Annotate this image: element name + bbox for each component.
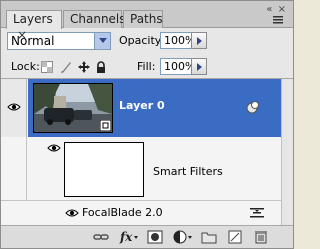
layer-thumbnail[interactable] [33, 83, 113, 133]
visibility-toggle[interactable] [1, 79, 27, 137]
lock-all-icon[interactable] [95, 61, 107, 73]
tab-layers[interactable]: Layers× [6, 10, 62, 42]
tab-strip: « × Layers× Channels Paths [1, 1, 293, 42]
smart-filters-label[interactable]: Smart Filters [153, 165, 223, 178]
layers-toolbar: fx [1, 225, 293, 248]
layer-row-focalblade[interactable]: FocalBlade 2.0 [1, 201, 281, 225]
lock-position-icon[interactable] [78, 61, 90, 73]
fill-label: Fill: [137, 60, 156, 73]
fill-slider-button[interactable] [191, 58, 207, 75]
panel-menu-icon[interactable] [273, 15, 283, 25]
blend-row: Normal Opacity: 100% [1, 28, 293, 54]
mask-icon[interactable] [147, 230, 163, 244]
filter-effects-toggle-icon[interactable] [246, 100, 260, 114]
link-icon[interactable] [93, 230, 109, 244]
svg-text:fx: fx [119, 230, 133, 244]
chevron-down-icon[interactable] [94, 33, 110, 49]
layers-panel: « × Layers× Channels Paths Normal Opacit… [0, 0, 294, 249]
visibility-toggle[interactable] [1, 137, 27, 201]
eye-icon[interactable] [65, 208, 79, 218]
close-tab-icon[interactable]: × [17, 27, 27, 43]
tab-paths-label: Paths [130, 12, 163, 26]
tab-layers-label: Layers [13, 12, 53, 26]
layer-name[interactable]: Layer 0 [119, 99, 165, 112]
tab-paths[interactable]: Paths [123, 10, 163, 28]
window-buttons[interactable]: « × [266, 4, 287, 15]
layers-scrollbar[interactable] [281, 79, 293, 225]
adjustment-icon[interactable] [173, 230, 193, 244]
blending-options-icon[interactable] [250, 207, 264, 219]
tab-channels-label: Channels [70, 12, 126, 26]
layer-row-smart-filters[interactable]: Smart Filters [1, 137, 281, 201]
trash-icon[interactable] [253, 230, 269, 244]
lock-label: Lock: [11, 60, 40, 73]
filter-name[interactable]: FocalBlade 2.0 [82, 206, 163, 219]
eye-icon[interactable] [7, 102, 21, 112]
lock-image-pixels-icon[interactable] [60, 61, 72, 73]
lock-transparent-pixels-icon[interactable] [41, 61, 53, 73]
tab-channels[interactable]: Channels [63, 10, 126, 28]
opacity-label: Opacity: [119, 34, 165, 47]
smart-filters-mask-thumbnail[interactable] [64, 142, 144, 197]
opacity-slider-button[interactable] [191, 32, 207, 49]
layer-row-layer-0[interactable]: Layer 0 [1, 79, 281, 137]
smart-object-badge-icon [100, 120, 111, 131]
fx-icon[interactable]: fx [119, 230, 139, 244]
group-folder-icon[interactable] [201, 230, 217, 244]
layers-list: Layer 0 Smart Filters FocalBlade 2.0 [1, 79, 281, 225]
new-layer-icon[interactable] [227, 230, 243, 244]
eye-icon[interactable] [47, 143, 61, 153]
